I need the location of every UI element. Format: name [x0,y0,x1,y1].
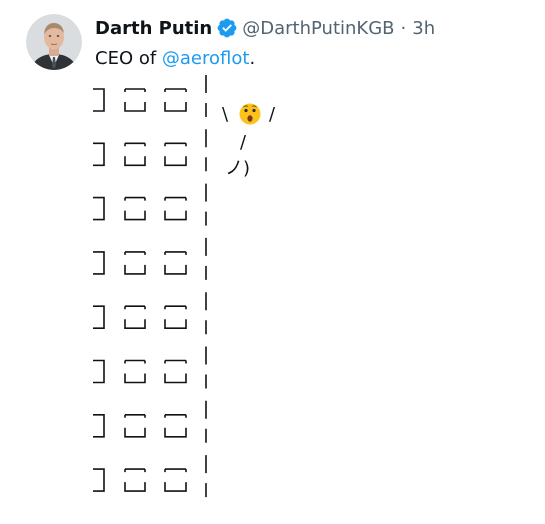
figure-arm: / [240,132,247,153]
window-frame [164,196,187,221]
window-frame-partial [93,414,105,438]
window-frame [124,88,146,112]
window-frame-partial [93,468,105,492]
figure-legs: ノ) [225,158,250,179]
window-frame-partial [93,359,105,384]
window-frame [124,196,146,221]
window-frame [124,251,146,275]
emoji-eye-left [244,108,248,113]
figure-head-right: / [269,104,276,125]
window-frame [124,142,146,167]
window-frame [164,414,187,438]
window-frame-partial [93,142,105,167]
window-frame [164,251,187,275]
window-frame-partial [93,88,105,112]
tower-art [93,75,207,498]
window-frame [124,359,146,384]
window-frame [164,142,187,167]
emoji-eye-right [252,108,256,113]
window-frame [164,468,187,492]
figure-head-left: \ [222,104,229,125]
window-frame [124,305,146,329]
window-frame [124,414,146,438]
window-frame [124,468,146,492]
window-frame-partial [93,305,105,329]
ascii-art: \ / / ノ) [93,75,276,498]
window-frame-partial [93,196,105,221]
emoji-mouth [247,115,253,122]
window-frame-partial [93,251,105,275]
window-frame [164,359,187,384]
window-frame [164,305,187,329]
window-frame [164,88,187,112]
tweet-card: Darth Putin @DarthPutinKGB · 3h CEO of @… [0,0,545,524]
falling-figure: \ / / ノ) [222,103,276,179]
